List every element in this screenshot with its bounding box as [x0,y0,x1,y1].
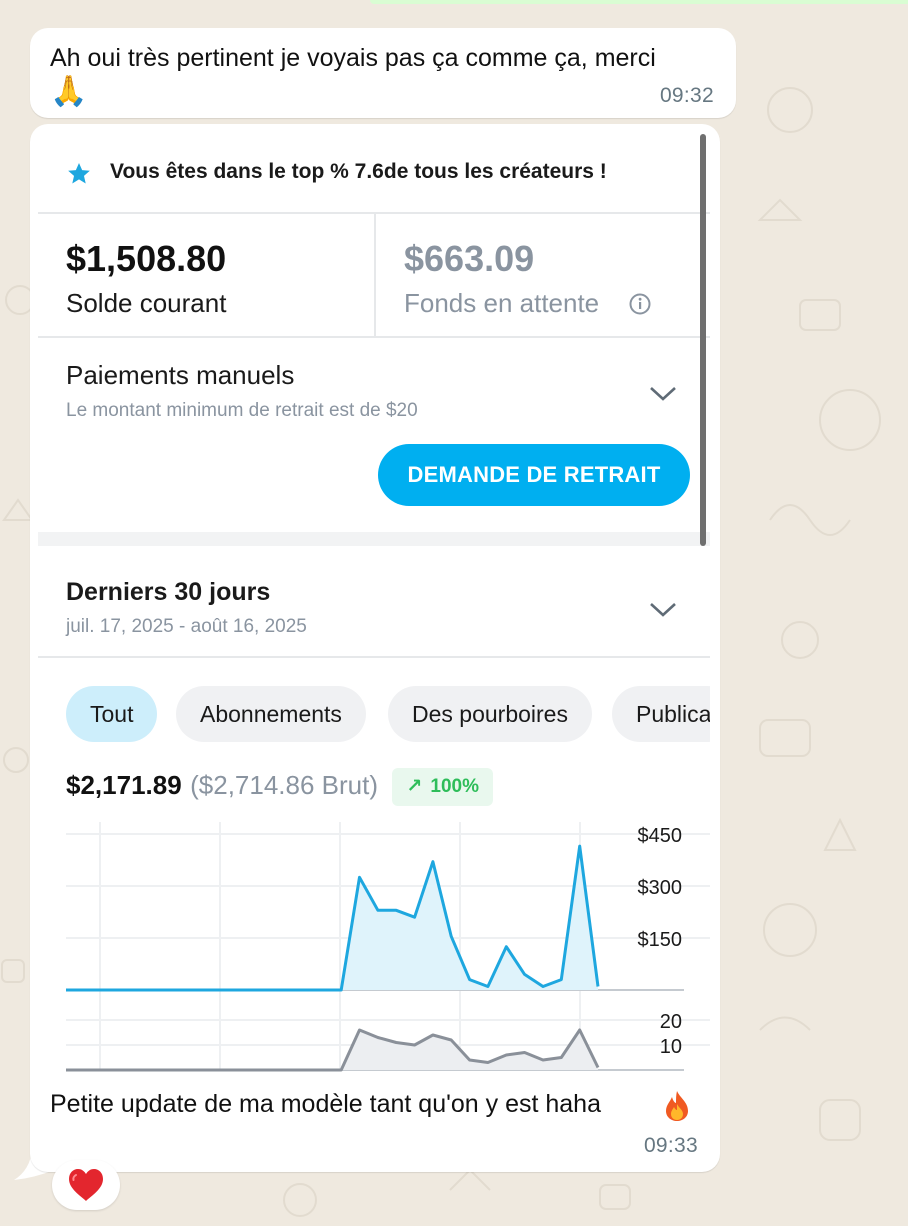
info-icon[interactable] [628,292,652,316]
minimum-withdrawal-note: Le montant minimum de retrait est de $20 [66,400,418,421]
current-balance-label: Solde courant [66,288,227,318]
star-icon [68,162,90,184]
earnings-area-fill [66,846,598,990]
previous-message-edge [370,0,908,4]
message-timestamp: 09:32 [659,84,714,107]
change-percent: 100% [430,775,479,797]
message-timestamp: 09:33 [643,1134,698,1157]
gross-total: ($2,714.86 Brut) [190,770,379,800]
current-balance-amount: $1,508.80 [66,238,227,279]
message-bubble-incoming[interactable]: Ah oui très pertinent je voyais pas ça c… [30,28,736,118]
count-area-fill [66,1030,598,1070]
y-axis-tick-label: 20 [660,1011,682,1033]
chip-all[interactable]: Tout [66,686,158,742]
period-date-range: juil. 17, 2025 - août 16, 2025 [66,616,307,637]
change-badge: ↗ 100% [392,767,493,806]
y-axis-tick-label: $300 [638,877,683,899]
chevron-down-icon[interactable] [648,600,678,620]
fire-icon [666,1091,688,1121]
period-selector[interactable]: Derniers 30 jours juil. 17, 2025 - août … [38,560,710,658]
image-caption: Petite update de ma modèle tant qu'on y … [50,1090,601,1118]
top-creator-banner: Vous êtes dans le top % 7.6de tous les c… [38,134,710,214]
heart-icon [69,1169,103,1201]
manual-payments-title: Paiements manuels [66,360,295,390]
category-filter-chips: Tout Abonnements Des pourboires Publica [66,686,710,742]
screenshot-scrollbar [700,134,706,546]
balance-row: $1,508.80 Solde courant $663.09 Fonds en… [38,214,710,338]
chip-tips[interactable]: Des pourboires [388,686,592,742]
earnings-screenshot[interactable]: Vous êtes dans le top % 7.6de tous les c… [38,134,710,1074]
chip-subscriptions[interactable]: Abonnements [176,686,366,742]
period-title: Derniers 30 jours [66,578,271,606]
trend-up-icon: ↗ [406,775,423,797]
chevron-down-icon[interactable] [648,384,678,404]
banner-text: Vous êtes dans le top % 7.6de tous les c… [110,160,607,183]
period-totals: $2,171.89 ($2,714.86 Brut) ↗ 100% [66,767,493,810]
earnings-charts: $450 $300 $150 20 10 [66,822,710,1072]
manual-payments-section: Paiements manuels Le montant minimum de … [38,340,710,546]
reaction-badge[interactable] [52,1160,120,1210]
y-axis-tick-label: 10 [660,1036,682,1058]
pending-balance-label: Fonds en attente [404,288,600,318]
y-axis-tick-label: $450 [638,825,683,847]
chip-posts[interactable]: Publica [612,686,710,742]
y-axis-tick-label: $150 [638,929,683,951]
praying-hands-emoji: 🙏 [50,74,88,109]
pending-balance-amount: $663.09 [404,238,535,279]
net-total: $2,171.89 [66,770,182,800]
balance-divider [374,214,376,338]
withdrawal-request-button[interactable]: DEMANDE DE RETRAIT [378,444,690,506]
message-text: Ah oui très pertinent je voyais pas ça c… [50,44,656,72]
